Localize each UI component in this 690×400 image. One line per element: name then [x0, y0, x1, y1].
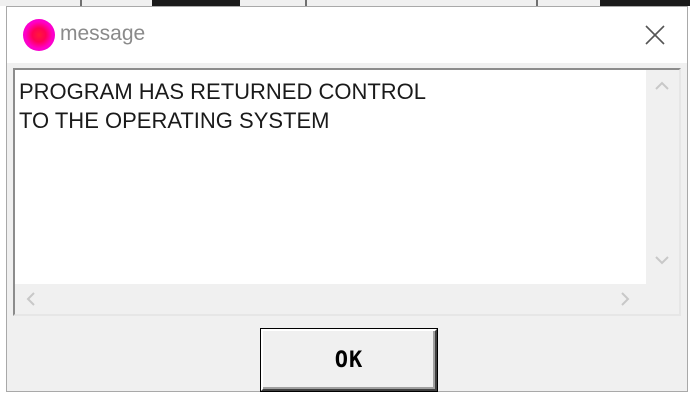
- scroll-up-icon[interactable]: [655, 80, 669, 90]
- magenta-circle-icon: [23, 19, 55, 51]
- horizontal-scrollbar[interactable]: [15, 284, 646, 314]
- scroll-left-icon[interactable]: [25, 292, 35, 306]
- message-text: PROGRAM HAS RETURNED CONTROL TO THE OPER…: [15, 70, 646, 284]
- close-button[interactable]: [623, 7, 687, 63]
- message-dialog: message PROGRAM HAS RETURNED CONTROL TO …: [6, 6, 688, 392]
- close-icon: [645, 25, 665, 45]
- dialog-titlebar[interactable]: message: [7, 7, 687, 63]
- scrollbar-corner: [646, 284, 679, 314]
- dialog-title: message: [60, 22, 146, 45]
- vertical-scrollbar[interactable]: [646, 70, 679, 284]
- scroll-down-icon[interactable]: [655, 256, 669, 266]
- message-textarea[interactable]: PROGRAM HAS RETURNED CONTROL TO THE OPER…: [13, 68, 681, 316]
- scroll-right-icon[interactable]: [621, 292, 631, 306]
- ok-button-label: OK: [334, 347, 364, 373]
- ok-button[interactable]: OK: [261, 329, 437, 391]
